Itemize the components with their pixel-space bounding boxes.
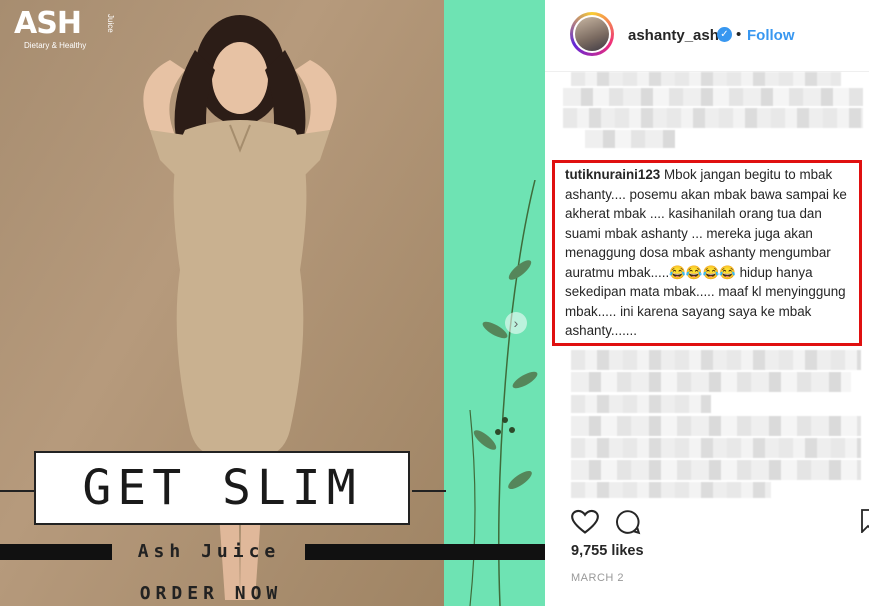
redacted-comment — [571, 416, 861, 436]
follow-button[interactable]: Follow — [747, 27, 795, 44]
likes-count[interactable]: 9,755 likes — [571, 543, 644, 559]
product-line-text: Ash Juice — [137, 541, 281, 562]
post-date: MARCH 2 — [571, 572, 625, 584]
comment-bubble-icon[interactable] — [615, 509, 641, 535]
avatar-image — [575, 17, 609, 51]
headline-box: GET SLIM — [34, 451, 410, 525]
cta-text: ORDER NOW — [139, 583, 283, 604]
redacted-comment — [563, 108, 863, 128]
post-sidebar: ashanty_ash ✓ • Follow tutiknuraini123 M… — [545, 0, 869, 606]
username-link[interactable]: ashanty_ash — [628, 27, 719, 44]
post-image: ASH Dietary & Healthy Juice › GET SLIM A… — [0, 0, 545, 606]
redacted-comment — [563, 88, 863, 106]
divider-line — [412, 490, 446, 492]
bookmark-icon[interactable] — [861, 509, 869, 533]
redacted-comment — [571, 395, 711, 413]
chevron-right-icon: › — [513, 315, 519, 331]
decor-bar — [305, 544, 545, 560]
divider-line — [0, 490, 36, 492]
redacted-comment — [585, 130, 675, 148]
comment-username[interactable]: tutiknuraini123 — [565, 167, 660, 182]
leaf-decoration — [469, 180, 538, 606]
post-header: ashanty_ash ✓ • Follow — [545, 0, 869, 72]
avatar[interactable] — [570, 12, 614, 56]
like-heart-icon[interactable] — [571, 509, 599, 535]
redacted-comment — [571, 350, 861, 370]
redacted-comment — [571, 372, 851, 392]
redacted-comment — [571, 482, 771, 498]
verified-badge-icon: ✓ — [717, 27, 732, 42]
redacted-comment — [571, 438, 861, 458]
decor-bar — [0, 544, 112, 560]
comment-text: Mbok jangan begitu to mbak ashanty.... p… — [565, 167, 847, 338]
highlighted-comment: tutiknuraini123 Mbok jangan begitu to mb… — [565, 165, 859, 341]
redacted-comment — [571, 460, 861, 480]
separator-dot: • — [736, 26, 742, 43]
post-actions — [545, 500, 869, 540]
headline-text: GET SLIM — [82, 460, 362, 516]
redacted-comment — [571, 72, 841, 86]
next-image-button[interactable]: › — [505, 312, 527, 334]
